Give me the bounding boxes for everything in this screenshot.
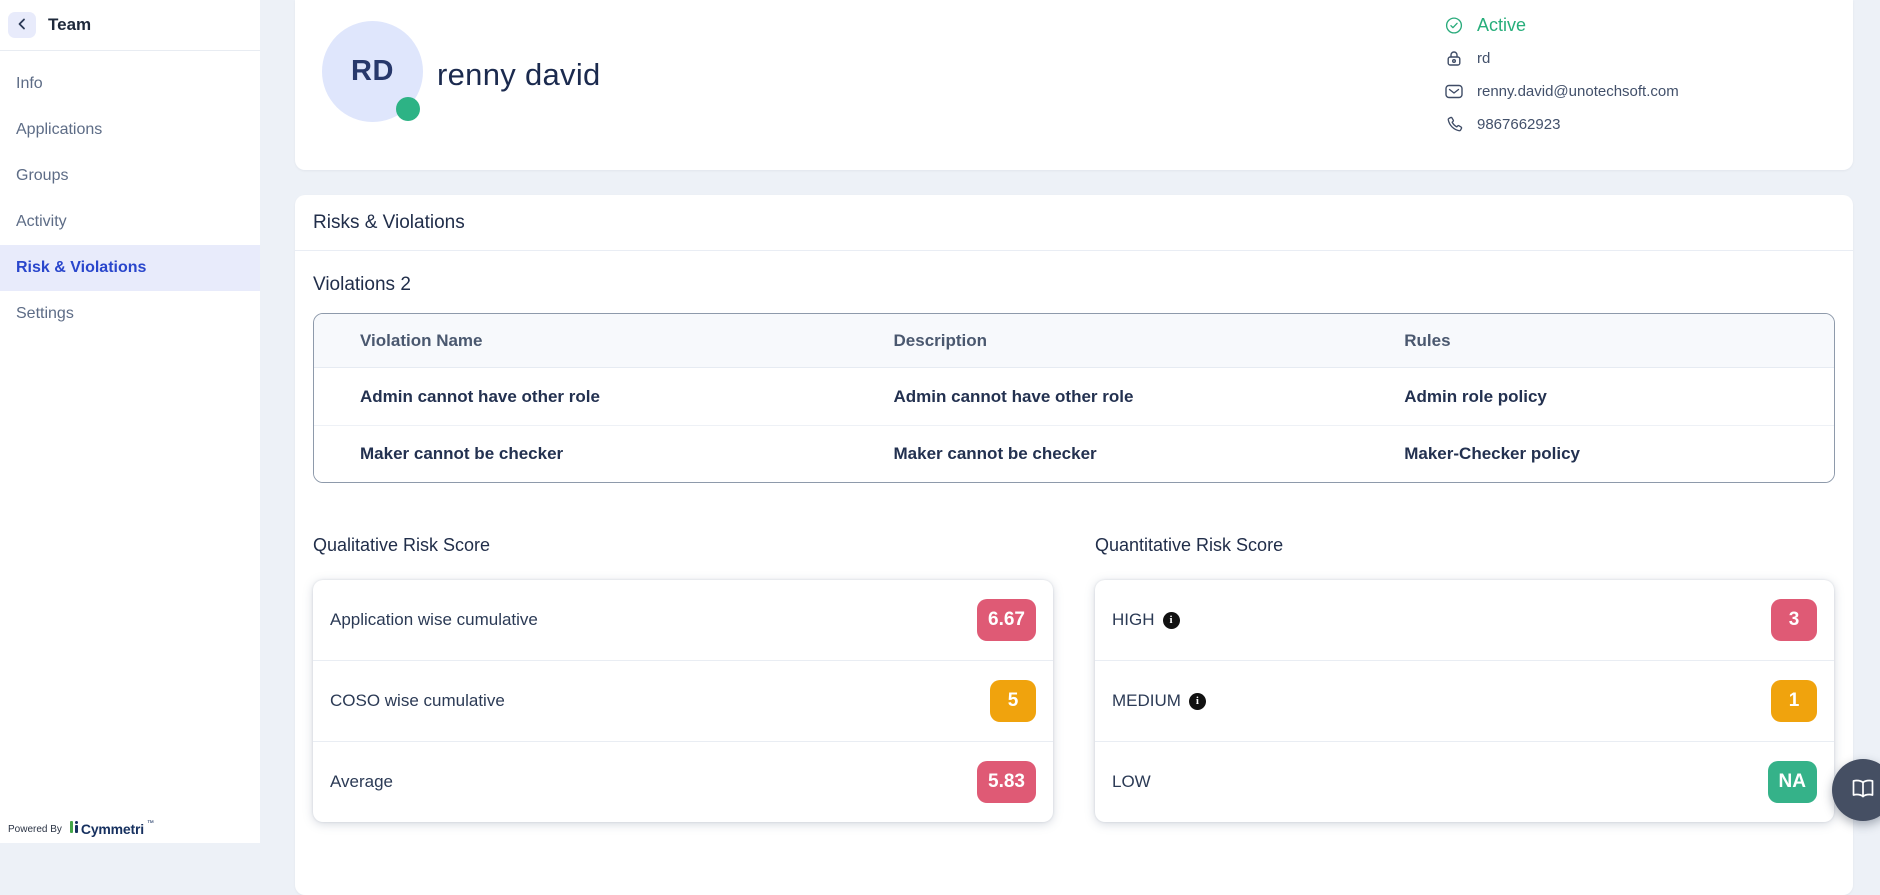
violation-cell: Admin cannot have other role bbox=[314, 387, 848, 407]
risks-section-header: Risks & Violations bbox=[295, 195, 1853, 251]
sidebar-title: Team bbox=[48, 15, 91, 35]
risks-violations-card: Risks & Violations Violations 2 Violatio… bbox=[295, 195, 1853, 895]
score-row-medium: MEDIUM i 1 bbox=[1095, 660, 1834, 741]
violations-count-title: Violations 2 bbox=[313, 274, 1835, 296]
sidebar-header: Team bbox=[0, 0, 260, 51]
violation-cell: Admin role policy bbox=[1358, 387, 1834, 407]
score-label: MEDIUM bbox=[1112, 691, 1181, 711]
violations-table: Violation NameDescriptionRules Admin can… bbox=[313, 313, 1835, 483]
mail-icon bbox=[1445, 84, 1463, 99]
brand-name: Cymmetri bbox=[81, 821, 144, 837]
violations-table-header: Violation NameDescriptionRules bbox=[314, 314, 1834, 368]
score-badge-application-wise-cumulative: 6.67 bbox=[977, 599, 1036, 641]
username-row: rd bbox=[1445, 47, 1679, 69]
check-circle-icon bbox=[1445, 16, 1463, 35]
sidebar-item-activity[interactable]: Activity bbox=[0, 199, 260, 245]
score-label: LOW bbox=[1112, 772, 1151, 792]
back-button[interactable] bbox=[8, 12, 36, 38]
sidebar-item-risk-violations[interactable]: Risk & Violations bbox=[0, 245, 260, 291]
status-row: Active bbox=[1445, 14, 1679, 36]
risks-section-title: Risks & Violations bbox=[313, 212, 465, 234]
qualitative-score-title: Qualitative Risk Score bbox=[313, 535, 490, 556]
violations-table-body: Admin cannot have other roleAdmin cannot… bbox=[314, 368, 1834, 482]
sidebar-menu: InfoApplicationsGroupsActivityRisk & Vio… bbox=[0, 51, 260, 337]
sidebar-item-info[interactable]: Info bbox=[0, 61, 260, 107]
violation-cell: Maker-Checker policy bbox=[1358, 444, 1834, 464]
score-badge-low: NA bbox=[1768, 761, 1817, 803]
powered-by-footer: Powered By Cymmetri ™ bbox=[8, 821, 154, 837]
score-badge-coso-wise-cumulative: 5 bbox=[990, 680, 1036, 722]
open-book-icon bbox=[1851, 778, 1875, 803]
phone-icon bbox=[1445, 116, 1463, 133]
profile-meta: Active rd renny.david@unotechsoft.com 98… bbox=[1445, 14, 1679, 135]
column-header-rules: Rules bbox=[1358, 331, 1834, 351]
profile-card: RD renny david Active rd renny.david@uno… bbox=[295, 0, 1853, 170]
sidebar-item-applications[interactable]: Applications bbox=[0, 107, 260, 153]
chevron-left-icon bbox=[16, 18, 28, 33]
score-badge-high: 3 bbox=[1771, 599, 1817, 641]
cymmetri-logo-icon bbox=[70, 821, 78, 834]
avatar: RD bbox=[322, 21, 423, 122]
score-label: HIGH bbox=[1112, 610, 1155, 630]
score-row-coso-wise-cumulative: COSO wise cumulative 5 bbox=[313, 660, 1053, 741]
score-label: Average bbox=[330, 772, 393, 792]
brand-trademark: ™ bbox=[147, 820, 154, 827]
score-label: Application wise cumulative bbox=[330, 610, 538, 630]
violation-table-row: Maker cannot be checkerMaker cannot be c… bbox=[314, 425, 1834, 482]
quantitative-score-card: HIGH i 3 MEDIUM i 1 LOW NA bbox=[1095, 580, 1834, 822]
status-badge: Active bbox=[1477, 15, 1526, 36]
violation-cell: Maker cannot be checker bbox=[314, 444, 848, 464]
info-icon[interactable]: i bbox=[1189, 693, 1206, 710]
quantitative-score-title: Quantitative Risk Score bbox=[1095, 535, 1283, 556]
column-header-description: Description bbox=[848, 331, 1359, 351]
email-row: renny.david@unotechsoft.com bbox=[1445, 80, 1679, 102]
score-badge-average: 5.83 bbox=[977, 761, 1036, 803]
score-badge-medium: 1 bbox=[1771, 680, 1817, 722]
phone-value: 9867662923 bbox=[1477, 116, 1560, 133]
violation-cell: Admin cannot have other role bbox=[848, 387, 1359, 407]
score-row-average: Average 5.83 bbox=[313, 741, 1053, 822]
score-row-high: HIGH i 3 bbox=[1095, 580, 1834, 660]
phone-row: 9867662923 bbox=[1445, 113, 1679, 135]
violation-cell: Maker cannot be checker bbox=[848, 444, 1359, 464]
column-header-violation-name: Violation Name bbox=[314, 331, 848, 351]
score-label: COSO wise cumulative bbox=[330, 691, 505, 711]
online-status-dot bbox=[396, 97, 420, 121]
powered-by-label: Powered By bbox=[8, 824, 62, 835]
score-row-low: LOW NA bbox=[1095, 741, 1834, 822]
lock-icon bbox=[1445, 50, 1463, 67]
user-name: renny david bbox=[437, 57, 601, 93]
username-value: rd bbox=[1477, 50, 1490, 67]
sidebar-item-groups[interactable]: Groups bbox=[0, 153, 260, 199]
qualitative-score-card: Application wise cumulative 6.67 COSO wise… bbox=[313, 580, 1053, 822]
cymmetri-logo: Cymmetri ™ bbox=[70, 821, 154, 837]
violation-table-row: Admin cannot have other roleAdmin cannot… bbox=[314, 368, 1834, 425]
info-icon[interactable]: i bbox=[1163, 612, 1180, 629]
score-row-application-wise-cumulative: Application wise cumulative 6.67 bbox=[313, 580, 1053, 660]
sidebar: Team InfoApplicationsGroupsActivityRisk … bbox=[0, 0, 260, 843]
email-value: renny.david@unotechsoft.com bbox=[1477, 83, 1679, 100]
sidebar-item-settings[interactable]: Settings bbox=[0, 291, 260, 337]
